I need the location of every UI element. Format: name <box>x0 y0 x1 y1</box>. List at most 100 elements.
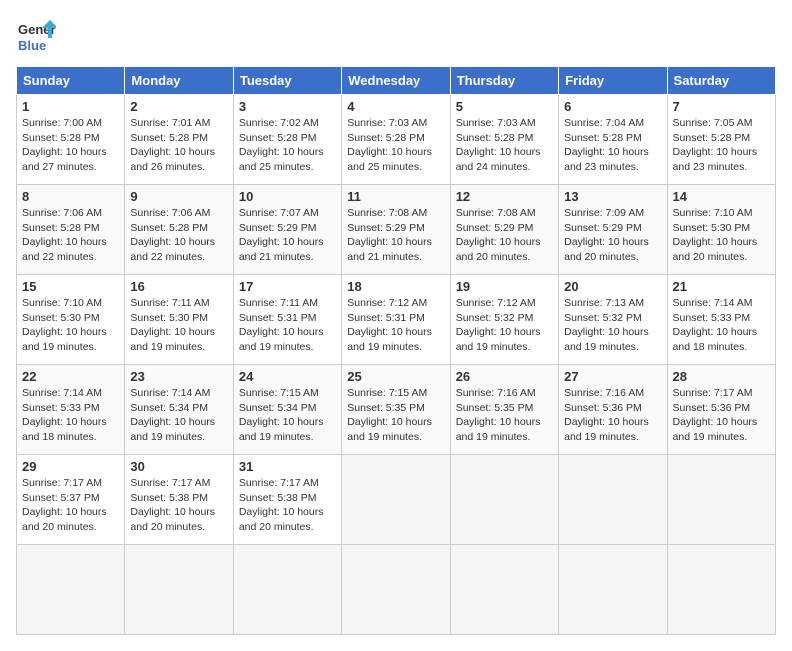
cell-content: Sunrise: 7:08 AMSunset: 5:29 PMDaylight:… <box>347 207 432 263</box>
cell-content: Sunrise: 7:07 AMSunset: 5:29 PMDaylight:… <box>239 207 324 263</box>
day-number: 15 <box>22 279 119 294</box>
calendar-week-row: 1 Sunrise: 7:00 AMSunset: 5:28 PMDayligh… <box>17 95 776 185</box>
cell-content: Sunrise: 7:17 AMSunset: 5:37 PMDaylight:… <box>22 477 107 533</box>
table-row: 22 Sunrise: 7:14 AMSunset: 5:33 PMDaylig… <box>17 365 125 455</box>
table-row <box>559 455 667 545</box>
table-row: 16 Sunrise: 7:11 AMSunset: 5:30 PMDaylig… <box>125 275 233 365</box>
cell-content: Sunrise: 7:17 AMSunset: 5:38 PMDaylight:… <box>239 477 324 533</box>
cell-content: Sunrise: 7:17 AMSunset: 5:36 PMDaylight:… <box>673 387 758 443</box>
table-row <box>233 545 341 635</box>
table-row: 12 Sunrise: 7:08 AMSunset: 5:29 PMDaylig… <box>450 185 558 275</box>
day-number: 4 <box>347 99 444 114</box>
table-row: 3 Sunrise: 7:02 AMSunset: 5:28 PMDayligh… <box>233 95 341 185</box>
cell-content: Sunrise: 7:14 AMSunset: 5:33 PMDaylight:… <box>673 297 758 353</box>
table-row: 25 Sunrise: 7:15 AMSunset: 5:35 PMDaylig… <box>342 365 450 455</box>
day-number: 9 <box>130 189 227 204</box>
calendar-week-row: 8 Sunrise: 7:06 AMSunset: 5:28 PMDayligh… <box>17 185 776 275</box>
day-number: 13 <box>564 189 661 204</box>
table-row: 2 Sunrise: 7:01 AMSunset: 5:28 PMDayligh… <box>125 95 233 185</box>
calendar-week-row: 29 Sunrise: 7:17 AMSunset: 5:37 PMDaylig… <box>17 455 776 545</box>
day-number: 14 <box>673 189 770 204</box>
day-number: 25 <box>347 369 444 384</box>
cell-content: Sunrise: 7:14 AMSunset: 5:33 PMDaylight:… <box>22 387 107 443</box>
table-row: 9 Sunrise: 7:06 AMSunset: 5:28 PMDayligh… <box>125 185 233 275</box>
cell-content: Sunrise: 7:15 AMSunset: 5:35 PMDaylight:… <box>347 387 432 443</box>
col-thursday: Thursday <box>450 67 558 95</box>
cell-content: Sunrise: 7:16 AMSunset: 5:36 PMDaylight:… <box>564 387 649 443</box>
day-number: 19 <box>456 279 553 294</box>
day-number: 3 <box>239 99 336 114</box>
table-row: 23 Sunrise: 7:14 AMSunset: 5:34 PMDaylig… <box>125 365 233 455</box>
day-number: 31 <box>239 459 336 474</box>
day-number: 10 <box>239 189 336 204</box>
table-row <box>342 455 450 545</box>
table-row: 13 Sunrise: 7:09 AMSunset: 5:29 PMDaylig… <box>559 185 667 275</box>
cell-content: Sunrise: 7:15 AMSunset: 5:34 PMDaylight:… <box>239 387 324 443</box>
table-row: 10 Sunrise: 7:07 AMSunset: 5:29 PMDaylig… <box>233 185 341 275</box>
table-row <box>450 545 558 635</box>
cell-content: Sunrise: 7:13 AMSunset: 5:32 PMDaylight:… <box>564 297 649 353</box>
cell-content: Sunrise: 7:05 AMSunset: 5:28 PMDaylight:… <box>673 117 758 173</box>
day-number: 5 <box>456 99 553 114</box>
day-number: 18 <box>347 279 444 294</box>
day-number: 30 <box>130 459 227 474</box>
table-row <box>450 455 558 545</box>
cell-content: Sunrise: 7:03 AMSunset: 5:28 PMDaylight:… <box>456 117 541 173</box>
col-friday: Friday <box>559 67 667 95</box>
table-row <box>125 545 233 635</box>
day-number: 11 <box>347 189 444 204</box>
day-number: 6 <box>564 99 661 114</box>
day-number: 8 <box>22 189 119 204</box>
table-row: 20 Sunrise: 7:13 AMSunset: 5:32 PMDaylig… <box>559 275 667 365</box>
table-row <box>667 455 775 545</box>
day-number: 7 <box>673 99 770 114</box>
svg-text:Blue: Blue <box>18 38 46 53</box>
table-row: 6 Sunrise: 7:04 AMSunset: 5:28 PMDayligh… <box>559 95 667 185</box>
day-number: 27 <box>564 369 661 384</box>
cell-content: Sunrise: 7:06 AMSunset: 5:28 PMDaylight:… <box>22 207 107 263</box>
day-number: 12 <box>456 189 553 204</box>
cell-content: Sunrise: 7:09 AMSunset: 5:29 PMDaylight:… <box>564 207 649 263</box>
calendar-table: Sunday Monday Tuesday Wednesday Thursday… <box>16 66 776 635</box>
cell-content: Sunrise: 7:08 AMSunset: 5:29 PMDaylight:… <box>456 207 541 263</box>
table-row: 29 Sunrise: 7:17 AMSunset: 5:37 PMDaylig… <box>17 455 125 545</box>
table-row: 21 Sunrise: 7:14 AMSunset: 5:33 PMDaylig… <box>667 275 775 365</box>
cell-content: Sunrise: 7:11 AMSunset: 5:31 PMDaylight:… <box>239 297 324 353</box>
cell-content: Sunrise: 7:12 AMSunset: 5:31 PMDaylight:… <box>347 297 432 353</box>
table-row <box>667 545 775 635</box>
day-number: 29 <box>22 459 119 474</box>
table-row <box>17 545 125 635</box>
calendar-week-row <box>17 545 776 635</box>
day-number: 1 <box>22 99 119 114</box>
table-row: 17 Sunrise: 7:11 AMSunset: 5:31 PMDaylig… <box>233 275 341 365</box>
table-row: 14 Sunrise: 7:10 AMSunset: 5:30 PMDaylig… <box>667 185 775 275</box>
day-number: 2 <box>130 99 227 114</box>
table-row: 31 Sunrise: 7:17 AMSunset: 5:38 PMDaylig… <box>233 455 341 545</box>
col-wednesday: Wednesday <box>342 67 450 95</box>
calendar-week-row: 15 Sunrise: 7:10 AMSunset: 5:30 PMDaylig… <box>17 275 776 365</box>
cell-content: Sunrise: 7:10 AMSunset: 5:30 PMDaylight:… <box>22 297 107 353</box>
cell-content: Sunrise: 7:12 AMSunset: 5:32 PMDaylight:… <box>456 297 541 353</box>
cell-content: Sunrise: 7:01 AMSunset: 5:28 PMDaylight:… <box>130 117 215 173</box>
day-number: 24 <box>239 369 336 384</box>
table-row: 30 Sunrise: 7:17 AMSunset: 5:38 PMDaylig… <box>125 455 233 545</box>
day-number: 16 <box>130 279 227 294</box>
day-number: 26 <box>456 369 553 384</box>
cell-content: Sunrise: 7:04 AMSunset: 5:28 PMDaylight:… <box>564 117 649 173</box>
table-row: 15 Sunrise: 7:10 AMSunset: 5:30 PMDaylig… <box>17 275 125 365</box>
table-row: 26 Sunrise: 7:16 AMSunset: 5:35 PMDaylig… <box>450 365 558 455</box>
day-number: 28 <box>673 369 770 384</box>
cell-content: Sunrise: 7:03 AMSunset: 5:28 PMDaylight:… <box>347 117 432 173</box>
day-number: 17 <box>239 279 336 294</box>
cell-content: Sunrise: 7:00 AMSunset: 5:28 PMDaylight:… <box>22 117 107 173</box>
col-saturday: Saturday <box>667 67 775 95</box>
table-row: 18 Sunrise: 7:12 AMSunset: 5:31 PMDaylig… <box>342 275 450 365</box>
table-row: 27 Sunrise: 7:16 AMSunset: 5:36 PMDaylig… <box>559 365 667 455</box>
col-tuesday: Tuesday <box>233 67 341 95</box>
table-row: 19 Sunrise: 7:12 AMSunset: 5:32 PMDaylig… <box>450 275 558 365</box>
table-row: 5 Sunrise: 7:03 AMSunset: 5:28 PMDayligh… <box>450 95 558 185</box>
col-sunday: Sunday <box>17 67 125 95</box>
cell-content: Sunrise: 7:16 AMSunset: 5:35 PMDaylight:… <box>456 387 541 443</box>
day-number: 21 <box>673 279 770 294</box>
table-row <box>559 545 667 635</box>
